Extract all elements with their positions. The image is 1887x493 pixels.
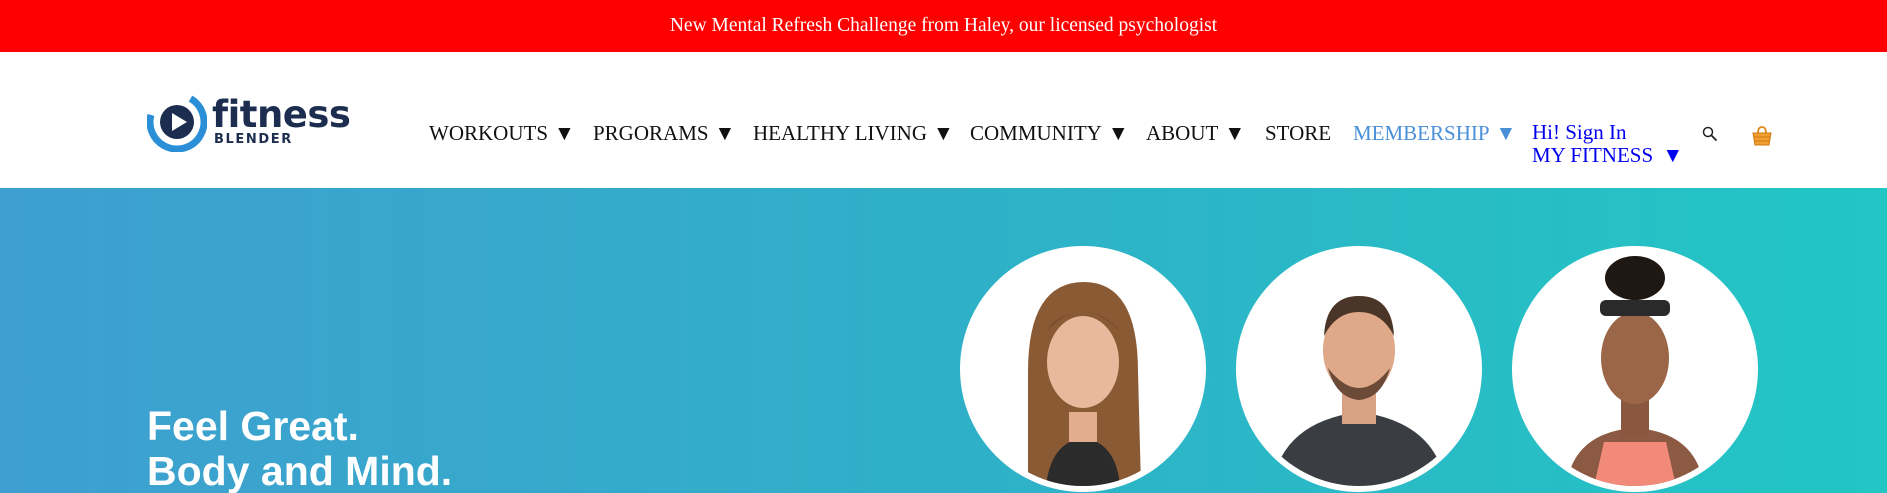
hero-headline: Feel Great. Body and Mind.	[147, 404, 452, 493]
nav-item-membership[interactable]: MEMBERSHIP ▼	[1353, 121, 1516, 145]
caret-down-icon: ▼	[1224, 121, 1246, 145]
sign-in-link[interactable]: Hi! Sign In	[1532, 121, 1683, 144]
fitness-blender-logo[interactable]: fitness BLENDER	[147, 90, 352, 154]
trainer-woman-headband-image	[1518, 252, 1752, 486]
my-fitness-label: MY FITNESS	[1532, 143, 1654, 167]
nav-item-healthy-living[interactable]: HEALTHY LIVING ▼	[753, 121, 954, 145]
trainer-photo-man	[1236, 246, 1482, 492]
nav-item-store[interactable]: STORE	[1265, 121, 1331, 145]
trainer-woman-image	[966, 252, 1200, 486]
nav-label: MEMBERSHIP	[1353, 121, 1490, 145]
nav-label: WORKOUTS	[429, 121, 548, 145]
caret-down-icon: ▼	[714, 121, 736, 145]
caret-down-icon: ▼	[1107, 121, 1129, 145]
hero-headline-line2: Body and Mind.	[147, 448, 453, 493]
nav-item-workouts[interactable]: WORKOUTS ▼	[429, 121, 575, 145]
nav-label: COMMUNITY	[970, 121, 1102, 145]
nav-label: HEALTHY LIVING	[753, 121, 927, 145]
nav-label: STORE	[1265, 121, 1332, 145]
promo-banner: New Mental Refresh Challenge from Haley,…	[0, 0, 1887, 52]
caret-down-icon: ▼	[1495, 121, 1517, 145]
hero-headline-line1: Feel Great.	[147, 403, 359, 449]
trainer-photo-woman	[960, 246, 1206, 492]
trainer-photo-woman-headband	[1512, 246, 1758, 492]
caret-down-icon: ▼	[933, 121, 954, 145]
nav-item-community[interactable]: COMMUNITY ▼	[970, 121, 1129, 145]
promo-link[interactable]: New Mental Refresh Challenge from Haley,…	[670, 15, 1217, 37]
logo-wordmark: fitness	[212, 93, 351, 136]
account-menu: Hi! Sign In MY FITNESS ▼	[1532, 121, 1683, 167]
caret-down-icon: ▼	[554, 121, 575, 145]
nav-item-programs[interactable]: PRGORAMS ▼	[593, 121, 735, 145]
site-header: fitness BLENDER WORKOUTS ▼ PRGORAMS ▼ HEAL…	[0, 52, 1887, 188]
nav-item-about[interactable]: ABOUT ▼	[1146, 121, 1245, 145]
nav-label: PRGORAMS	[593, 121, 709, 145]
search-icon[interactable]	[1701, 125, 1719, 143]
cart-icon[interactable]	[1751, 124, 1773, 148]
play-logo-icon	[147, 92, 207, 152]
caret-down-icon: ▼	[1662, 143, 1684, 167]
trainer-man-image	[1242, 252, 1476, 486]
hero-banner: Feel Great. Body and Mind.	[0, 188, 1887, 493]
nav-label: ABOUT	[1146, 121, 1219, 145]
logo-subtitle: BLENDER	[214, 132, 293, 147]
my-fitness-menu[interactable]: MY FITNESS ▼	[1532, 144, 1683, 167]
